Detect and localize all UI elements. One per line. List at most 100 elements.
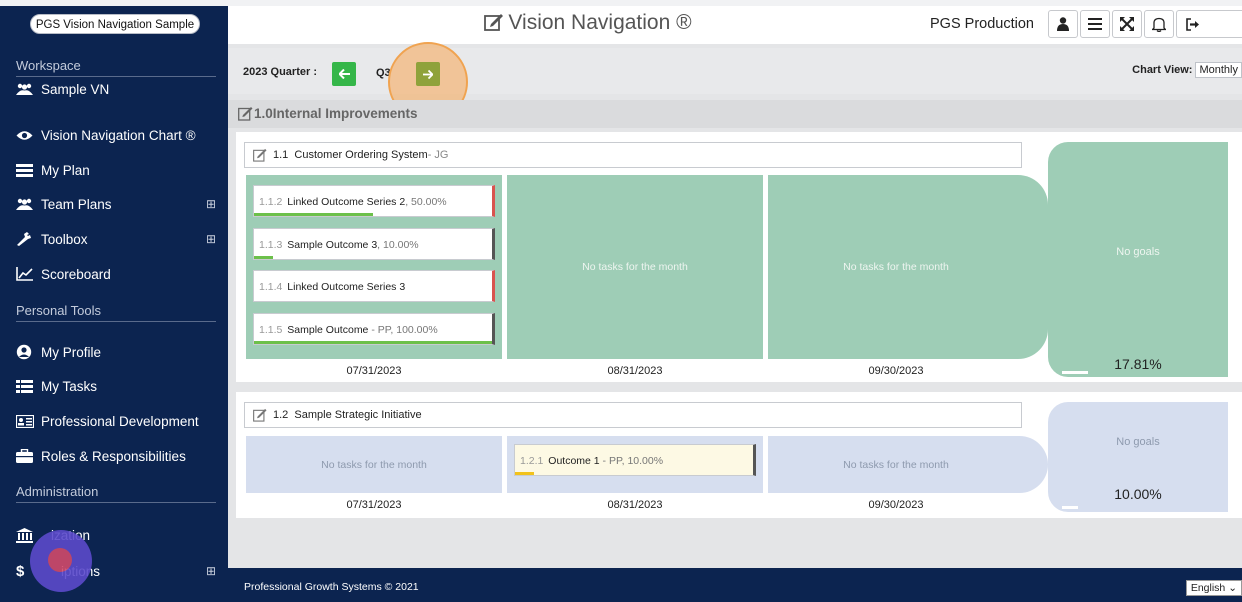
- sidebar-item-my-profile[interactable]: My Profile: [16, 339, 220, 365]
- wrench-icon: [16, 232, 38, 246]
- edit-icon: [484, 14, 504, 31]
- outcome-progress-bar: [254, 256, 274, 259]
- bell-icon: [1152, 17, 1166, 32]
- eye-icon: [16, 130, 38, 141]
- edit-icon[interactable]: [238, 106, 253, 121]
- chart-line-icon: [16, 267, 38, 281]
- sidebar-item-label: Vision Navigation Chart ®: [41, 127, 196, 143]
- user-button[interactable]: [1048, 10, 1078, 38]
- sidebar-item-professional-development[interactable]: Professional Development: [16, 408, 220, 434]
- outcome-progress-bar: [254, 213, 373, 216]
- outcome-card[interactable]: 1.1.2 Linked Outcome Series 2, 50.00%: [253, 185, 495, 217]
- brand-badge[interactable]: PGS Vision Navigation Sample: [30, 14, 200, 34]
- sidebar-item-label: Professional Development: [41, 413, 199, 429]
- sidebar-item-scoreboard[interactable]: Scoreboard: [16, 261, 220, 287]
- prev-quarter-button[interactable]: [332, 62, 356, 86]
- logout-icon: [1186, 17, 1199, 31]
- month-cell: No tasks for the month: [768, 436, 1048, 493]
- group-title: 1.0Internal Improvements: [254, 106, 418, 121]
- expand-icon[interactable]: ⊞: [206, 197, 216, 211]
- language-select[interactable]: English ⌄: [1185, 580, 1242, 596]
- month-cell: 1.2.1 Outcome 1 - PP, 10.00%: [507, 436, 763, 493]
- outcome-card[interactable]: 1.1.5 Sample Outcome - PP, 100.00%: [253, 313, 495, 345]
- record-dot-icon: [48, 548, 72, 572]
- outcome-progress-bar: [254, 341, 492, 344]
- outcome-title: Sample Outcome 3: [287, 239, 378, 251]
- id-card-icon: [16, 414, 38, 428]
- outcome-title: Linked Outcome Series 2: [287, 196, 406, 208]
- outcome-title: Linked Outcome Series 3: [287, 281, 406, 293]
- initiative-panel: 1.2 Sample Strategic Initiative No tasks…: [236, 392, 1242, 518]
- outcome-card[interactable]: 1.2.1 Outcome 1 - PP, 10.00%: [514, 444, 756, 476]
- month-cell: 1.1.2 Linked Outcome Series 2, 50.00% 1.…: [246, 175, 502, 359]
- quarter-label: 2023 Quarter :: [243, 66, 317, 78]
- menu-button[interactable]: [1080, 10, 1110, 38]
- initiative-number: 1.2: [273, 409, 289, 421]
- sidebar-item-label: Sample VN: [41, 81, 110, 97]
- users-icon: [16, 198, 38, 211]
- empty-month-text: No tasks for the month: [321, 458, 427, 471]
- no-goals-text: No goals: [1116, 246, 1160, 258]
- sidebar-item-label: Scoreboard: [41, 266, 111, 282]
- outcome-card[interactable]: 1.1.3 Sample Outcome 3, 10.00%: [253, 228, 495, 260]
- sidebar-item-team-plans[interactable]: Team Plans ⊞: [16, 191, 220, 217]
- plan-icon: [16, 163, 38, 177]
- sidebar-item-toolbox[interactable]: Toolbox ⊞: [16, 226, 220, 252]
- footer: Professional Growth Systems © 2021 Engli…: [228, 568, 1242, 602]
- goals-summary: No goals 10.00%: [1048, 402, 1228, 512]
- header: Vision Navigation ® PGS Production: [228, 6, 1242, 44]
- expand-icon[interactable]: ⊞: [206, 232, 216, 246]
- month-date: 07/31/2023: [346, 365, 402, 377]
- quarter-toolbar: 2023 Quarter : Q3 Chart View: Monthly: [228, 42, 1242, 122]
- empty-month-text: No tasks for the month: [843, 458, 949, 471]
- initiative-title-box[interactable]: 1.2 Sample Strategic Initiative: [244, 402, 1022, 428]
- no-goals-text: No goals: [1116, 436, 1160, 448]
- sidebar-item-label: Roles & Responsibilities: [41, 448, 186, 464]
- group-header: 1.0Internal Improvements: [228, 100, 1242, 128]
- sidebar-item-sample-vn[interactable]: Sample VN: [16, 76, 220, 102]
- sidebar-item-label: My Profile: [41, 344, 102, 360]
- menu-icon: [1088, 18, 1102, 30]
- bank-icon: [16, 527, 38, 543]
- profile-icon: [16, 344, 38, 360]
- notifications-button[interactable]: [1144, 10, 1174, 38]
- expand-arrows-icon: [1120, 17, 1134, 31]
- month-cell: No tasks for the month: [507, 175, 763, 359]
- floating-action-button[interactable]: [30, 530, 92, 592]
- sidebar-item-label: My Plan: [41, 162, 90, 178]
- copyright: Professional Growth Systems © 2021: [244, 581, 419, 593]
- outcome-title: Outcome 1: [548, 455, 600, 467]
- sidebar-item-my-tasks[interactable]: My Tasks: [16, 373, 220, 399]
- section-workspace: Workspace: [16, 58, 216, 77]
- empty-month-text: No tasks for the month: [582, 261, 688, 273]
- chart-view-select[interactable]: Monthly: [1195, 62, 1242, 78]
- section-administration: Administration: [16, 484, 216, 503]
- chevron-down-icon: ⌄: [1228, 582, 1237, 594]
- arrow-right-icon: [423, 69, 433, 79]
- goals-summary: No goals 17.81%: [1048, 142, 1228, 377]
- empty-month-text: No tasks for the month: [843, 261, 949, 273]
- month-date: 09/30/2023: [868, 365, 924, 377]
- sidebar-item-label: My Tasks: [41, 378, 98, 394]
- month-cell: No tasks for the month: [246, 436, 502, 493]
- month-date: 09/30/2023: [868, 499, 924, 511]
- edit-icon[interactable]: [253, 408, 267, 422]
- outcome-progress-bar: [515, 472, 535, 475]
- expand-icon[interactable]: ⊞: [206, 564, 216, 578]
- next-quarter-button[interactable]: [416, 62, 440, 86]
- logout-button[interactable]: [1176, 10, 1242, 38]
- sidebar-item-vision-chart[interactable]: Vision Navigation Chart ®: [16, 122, 220, 148]
- tasks-icon: [16, 379, 38, 393]
- sidebar-item-roles[interactable]: Roles & Responsibilities: [16, 443, 220, 469]
- sidebar-item-my-plan[interactable]: My Plan: [16, 157, 220, 183]
- org-name: PGS Production: [930, 16, 1034, 32]
- page-title: Vision Navigation ®: [228, 11, 948, 35]
- initiative-title-box[interactable]: 1.1 Customer Ordering System - JG: [244, 142, 1022, 168]
- chart-view-label: Chart View:: [1132, 64, 1193, 76]
- goals-percent: 10.00%: [1114, 486, 1162, 502]
- edit-icon[interactable]: [253, 148, 267, 162]
- initiative-owner: - JG: [427, 149, 449, 161]
- fullscreen-button[interactable]: [1112, 10, 1142, 38]
- goals-progress-bar: [1062, 371, 1088, 374]
- outcome-card[interactable]: 1.1.4 Linked Outcome Series 3: [253, 270, 495, 302]
